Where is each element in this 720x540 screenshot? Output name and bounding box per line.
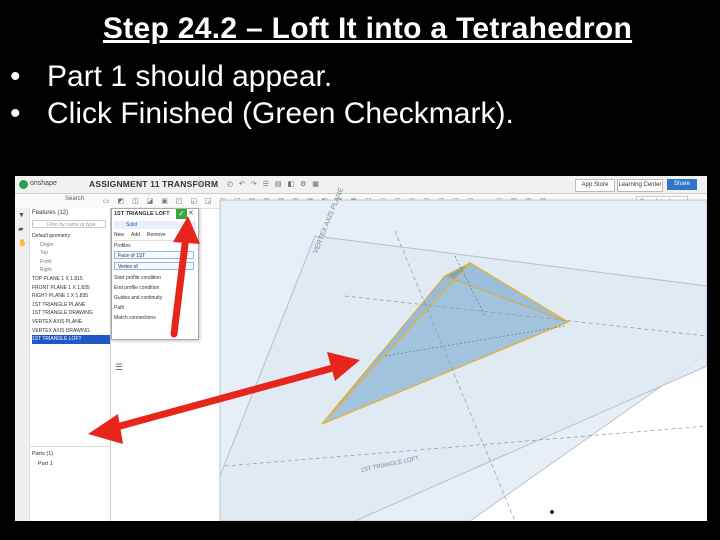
- bullet-text: Click Finished (Green Checkmark).: [47, 97, 514, 130]
- slide-title: Step 24.2 – Loft It into a Tetrahedron: [102, 12, 633, 45]
- arrow-to-checkmark-icon: [170, 216, 200, 338]
- arrow-double-icon: [88, 352, 360, 444]
- bullet-item: • Click Finished (Green Checkmark).: [10, 95, 514, 132]
- bullet-dot-icon: •: [10, 60, 21, 93]
- bullet-list: • Part 1 should appear. • Click Finished (…: [10, 58, 514, 132]
- bullet-item: • Part 1 should appear.: [10, 58, 514, 95]
- onshape-screenshot: onshape ASSIGNMENT 11 TRANSFORM Main ◴ ↶…: [15, 176, 707, 521]
- bullet-text: Part 1 should appear.: [47, 60, 333, 93]
- annotation-arrows: [88, 216, 360, 444]
- bullet-dot-icon: •: [10, 97, 21, 130]
